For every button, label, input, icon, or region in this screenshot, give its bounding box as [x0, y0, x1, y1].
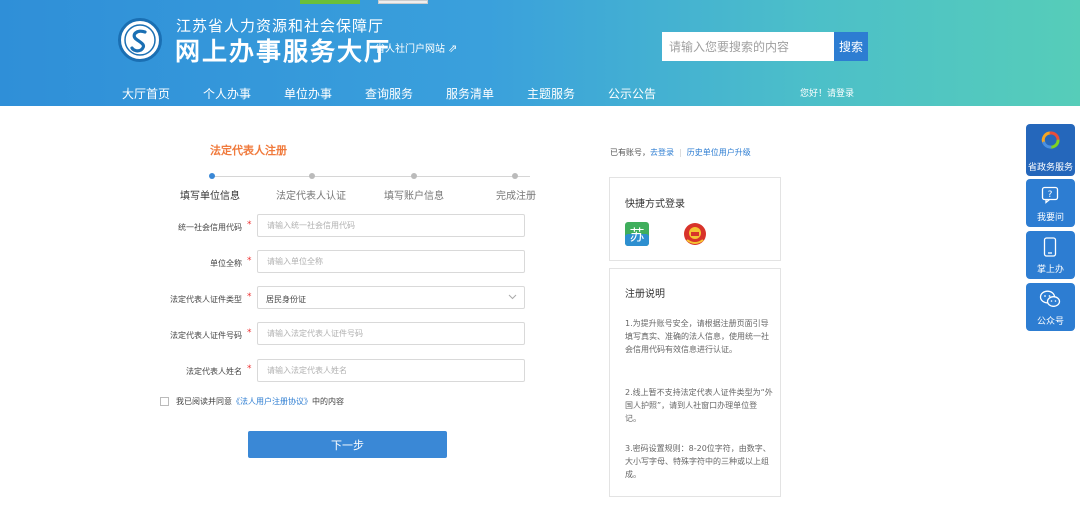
nav-personal[interactable]: 个人办事 — [203, 85, 251, 102]
unit-name-input[interactable] — [257, 250, 525, 273]
step-progress-line — [212, 176, 530, 177]
site-logo-icon[interactable] — [118, 18, 162, 62]
sidebar-item-ask[interactable]: ? 我要问 — [1026, 179, 1075, 227]
required-mark: * — [247, 292, 252, 302]
upgrade-link[interactable]: 历史单位用户升级 — [687, 148, 751, 157]
mobile-phone-icon — [1043, 237, 1057, 257]
required-mark: * — [247, 364, 252, 374]
login-greeting[interactable]: 您好！请登录 — [800, 86, 854, 99]
nav-query[interactable]: 查询服务 — [365, 85, 413, 102]
chevron-down-icon — [508, 294, 517, 300]
svg-text:苏: 苏 — [629, 226, 644, 244]
nav-theme[interactable]: 主题服务 — [527, 85, 575, 102]
gov-service-icon — [1041, 131, 1060, 149]
sidebar-item-mobile[interactable]: 掌上办 — [1026, 231, 1075, 279]
top-strip-green — [300, 0, 360, 4]
svg-text:?: ? — [1048, 190, 1053, 200]
unit-name-label: 单位全称 — [210, 259, 242, 268]
account-prefix: 已有账号， — [610, 148, 650, 157]
sidebar-item-wechat[interactable]: 公众号 — [1026, 283, 1075, 331]
portal-link[interactable]: 省人社门户网站 ⇗ — [375, 40, 457, 55]
note-item-1: 1.为提升账号安全，请根据注册页面引导填写真实、准确的法人信息，使用统一社会信用… — [625, 319, 769, 354]
quick-login-title: 快捷方式登录 — [625, 199, 685, 210]
register-notes-card: 注册说明 1.为提升账号安全，请根据注册页面引导填写真实、准确的法人信息，使用统… — [609, 268, 781, 497]
sidebar-item-gov-service[interactable]: 省政务服务 — [1026, 124, 1075, 176]
credit-code-input[interactable] — [257, 214, 525, 237]
top-strip — [300, 0, 430, 4]
nav-unit[interactable]: 单位办事 — [284, 85, 332, 102]
search-input[interactable] — [662, 32, 834, 61]
agreement-link[interactable]: 《法人用户注册协议》 — [232, 397, 312, 406]
step-dot-1 — [209, 173, 215, 179]
share-arrow-icon: ⇗ — [448, 42, 458, 55]
next-step-button[interactable]: 下一步 — [248, 431, 447, 458]
id-type-value: 居民身份证 — [266, 295, 306, 304]
form-title: 法定代表人注册 — [210, 144, 287, 157]
required-mark: * — [247, 220, 252, 230]
site-header: 江苏省人力资源和社会保障厅 网上办事服务大厅 省人社门户网站⇗ 搜索 大厅首页 … — [0, 0, 1080, 106]
step-label-4: 完成注册 — [496, 191, 536, 202]
quick-login-card: 快捷方式登录 苏 — [609, 177, 781, 261]
required-mark: * — [247, 328, 252, 338]
national-emblem-icon[interactable] — [683, 222, 707, 246]
agree-checkbox[interactable] — [160, 397, 169, 406]
id-number-input[interactable] — [257, 322, 525, 345]
sidebar-label: 掌上办 — [1036, 265, 1064, 275]
sidebar-label: 公众号 — [1036, 317, 1064, 327]
note-item-2: 2.线上暂不支持法定代表人证件类型为“外国人护照”，请到人社窗口办理单位登记。 — [625, 388, 773, 423]
id-type-label: 法定代表人证件类型 — [170, 295, 242, 304]
nav-service-list[interactable]: 服务清单 — [446, 85, 494, 102]
login-link[interactable]: 去登录 — [650, 148, 674, 157]
wechat-icon — [1039, 290, 1061, 307]
agree-suffix: 中的内容 — [312, 397, 344, 406]
step-label-2: 法定代表人认证 — [276, 191, 346, 202]
su-service-icon[interactable]: 苏 — [625, 222, 649, 246]
step-label-3: 填写账户信息 — [384, 191, 444, 202]
step-dot-4 — [512, 173, 518, 179]
sidebar-label: 我要问 — [1036, 213, 1064, 223]
rep-name-input[interactable] — [257, 359, 525, 382]
sidebar-label: 省政务服务 — [1027, 163, 1073, 173]
account-row: 已有账号，去登录 | 历史单位用户升级 — [610, 147, 751, 158]
required-mark: * — [247, 256, 252, 266]
hall-name: 网上办事服务大厅 — [175, 37, 392, 66]
step-dot-2 — [309, 173, 315, 179]
search-button[interactable]: 搜索 — [834, 32, 868, 61]
nav-home[interactable]: 大厅首页 — [122, 85, 170, 102]
question-icon: ? — [1041, 186, 1059, 204]
portal-link-label: 省人社门户网站 — [375, 44, 445, 55]
id-number-label: 法定代表人证件号码 — [170, 331, 242, 340]
step-dot-3 — [411, 173, 417, 179]
agree-prefix: 我已阅读并同意 — [176, 397, 232, 406]
register-notes-title: 注册说明 — [625, 289, 665, 300]
credit-code-label: 统一社会信用代码 — [178, 223, 242, 232]
nav-notice[interactable]: 公示公告 — [608, 85, 656, 102]
agree-text: 我已阅读并同意《法人用户注册协议》中的内容 — [176, 396, 344, 407]
note-item-3: 3.密码设置规则：8-20位字符，由数字、大小写字母、特殊字符中的三种或以上组成… — [625, 444, 771, 479]
rep-name-label: 法定代表人姓名 — [186, 367, 242, 376]
top-strip-white — [378, 0, 428, 4]
step-label-1: 填写单位信息 — [180, 191, 240, 202]
divider: | — [679, 148, 682, 157]
